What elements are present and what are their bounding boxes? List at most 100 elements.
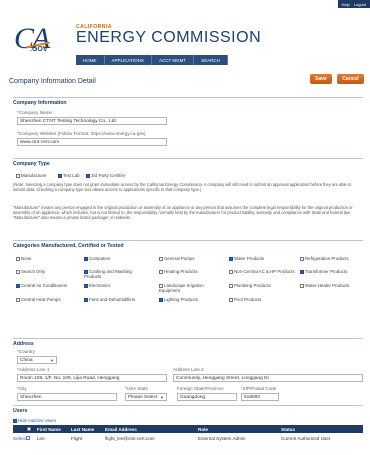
category-label: Refrigeration Products (305, 256, 349, 262)
category-checkbox[interactable] (84, 257, 88, 261)
nav-search[interactable]: SEARCH (194, 55, 228, 65)
category-label: Pool Products (234, 297, 262, 303)
usa-state-select[interactable]: Please Select ▼ (125, 393, 167, 401)
category-heating-products[interactable]: Heating Products (159, 269, 225, 275)
manufacturer-definition: "Manufacturer" means any person engaged … (13, 205, 353, 220)
col-first-name[interactable]: First Name (37, 427, 61, 432)
category-checkbox[interactable] (229, 298, 233, 302)
category-non-central-ac-hp-products[interactable]: Non-Central AC & HP Products (229, 269, 295, 275)
section-company-type: Company Type (13, 158, 363, 167)
category-central-air-conditioners[interactable]: Central Air Conditioners (16, 283, 82, 289)
col-email[interactable]: Email Address (105, 427, 137, 432)
city-label: *City (17, 386, 27, 391)
company-website-label: *Company Website (Follow Format: https:/… (17, 131, 146, 136)
category-label: Water Products (234, 256, 265, 262)
user-row-checkbox[interactable] (26, 435, 30, 440)
category-label: Landscape Irrigation Equipment (159, 283, 204, 293)
category-general-pumps[interactable]: General Pumps (159, 256, 225, 262)
category-cooking-and-washing-products[interactable]: Cooking and Washing Products (84, 269, 150, 280)
category-electronics[interactable]: Electronics (84, 283, 150, 289)
cancel-button[interactable]: Cancel (337, 74, 364, 84)
col-role[interactable]: Role (198, 427, 208, 432)
foreign-state-label: Foreign State/Province (177, 386, 224, 391)
category-central-heat-pumps[interactable]: Central Heat Pumps (16, 297, 82, 303)
category-lighting-products[interactable]: Lighting Products (159, 297, 225, 303)
company-website-input[interactable]: www.ctnt-cert.com (17, 138, 167, 146)
select-all-checkbox[interactable] (27, 426, 31, 431)
category-checkbox[interactable] (16, 270, 20, 274)
help-link[interactable]: Help (342, 2, 350, 7)
user-status: Current Authorized User (281, 435, 331, 441)
type-manufacturer[interactable]: Manufacturer (16, 173, 47, 178)
col-status[interactable]: Status (281, 427, 295, 432)
select-user-link[interactable]: Select (13, 436, 26, 441)
category-landscape-irrigation-equipment[interactable]: Landscape Irrigation Equipment (159, 283, 225, 294)
address-line1-input[interactable]: Room 108, 1/F, No. 109, Lijia Road, Heng… (17, 374, 167, 382)
country-select[interactable]: China ▼ (17, 356, 57, 364)
3rd-party-certifier-checkbox[interactable] (86, 173, 90, 178)
section-address: Address (13, 338, 363, 347)
city-input[interactable]: Shenzhen (17, 393, 117, 401)
category-checkbox[interactable] (159, 270, 163, 274)
category-plumbing-products[interactable]: Plumbing Products (229, 283, 295, 289)
test-lab-checkbox[interactable] (58, 173, 62, 178)
type-3rd-party-certifier[interactable]: 3rd Party Certifier (86, 173, 125, 178)
category-label: Cooking and Washing Products (84, 269, 132, 279)
category-label: None (21, 256, 32, 262)
foreign-state-input[interactable]: Guangdong (177, 393, 237, 401)
hide-inactive-checkbox[interactable] (13, 418, 17, 423)
category-checkbox[interactable] (229, 270, 233, 274)
category-checkbox[interactable] (300, 257, 304, 261)
address-line2-input[interactable]: Community, Henggang Street, Longgang Di (173, 374, 363, 382)
zip-input[interactable]: 518000 (241, 393, 279, 401)
category-checkbox[interactable] (300, 270, 304, 274)
category-none[interactable]: None (16, 256, 82, 262)
company-type-note: (Note: Selecting a company type does not… (13, 182, 352, 192)
logout-link[interactable]: Logout (354, 2, 366, 7)
company-name-input[interactable]: Shenzhen CTNT Testing Technology Co., Lt… (17, 117, 167, 125)
category-checkbox[interactable] (229, 257, 233, 261)
category-checkbox[interactable] (84, 298, 88, 302)
category-checkbox[interactable] (16, 257, 20, 261)
category-label: Search Only (21, 269, 46, 275)
section-categories: Categories Manufactured, Certified or Te… (13, 240, 363, 249)
category-water-heater-products[interactable]: Water Heater Products (300, 283, 362, 289)
category-label: Heating Products (164, 269, 198, 275)
nav-applications[interactable]: APPLICATIONS (105, 55, 152, 65)
section-users: Users (13, 405, 363, 414)
category-checkbox[interactable] (300, 284, 304, 288)
category-label: Transformer Products (305, 269, 348, 275)
company-name-label: *Company Name (17, 110, 52, 115)
save-button[interactable]: Save (310, 74, 332, 84)
col-last-name[interactable]: Last Name (71, 427, 94, 432)
brand-title: ENERGY COMMISSION (76, 29, 262, 46)
user-last-name: Flight (71, 435, 83, 441)
logo-gov-text: .GOV (30, 46, 48, 53)
category-transformer-products[interactable]: Transformer Products (300, 269, 362, 275)
category-fans-and-dehumidifiers[interactable]: Fans and Dehumidifiers (84, 297, 150, 303)
table-row: Select Lee Flight flight_lee@ctnt-cert.c… (13, 434, 363, 442)
category-checkbox[interactable] (84, 284, 88, 288)
category-refrigeration-products[interactable]: Refrigeration Products (300, 256, 362, 262)
nav-home[interactable]: HOME (76, 55, 105, 65)
zip-label: *ZIP/Postal Code (241, 386, 277, 391)
type-test-lab[interactable]: Test Lab (58, 173, 80, 178)
category-checkbox[interactable] (229, 284, 233, 288)
category-checkbox[interactable] (159, 298, 163, 302)
nav-acct-mgmt[interactable]: ACCT MGMT (152, 55, 195, 65)
hide-inactive-users[interactable]: Hide Inactive Users (13, 418, 56, 423)
category-checkbox[interactable] (159, 257, 163, 261)
chevron-down-icon: ▼ (50, 357, 54, 363)
user-email: flight_lee@ctnt-cert.com (105, 435, 155, 441)
user-first-name: Lee (37, 435, 45, 441)
manufacturer-checkbox[interactable] (16, 173, 20, 178)
category-water-products[interactable]: Water Products (229, 256, 295, 262)
category-label: Fans and Dehumidifiers (89, 297, 136, 303)
category-computers[interactable]: Computers (84, 256, 150, 262)
category-checkbox[interactable] (16, 284, 20, 288)
utility-links: Help Logout (337, 0, 370, 8)
country-label: *Country (17, 349, 35, 354)
category-checkbox[interactable] (16, 298, 20, 302)
category-pool-products[interactable]: Pool Products (229, 297, 295, 303)
category-search-only[interactable]: Search Only (16, 269, 82, 275)
